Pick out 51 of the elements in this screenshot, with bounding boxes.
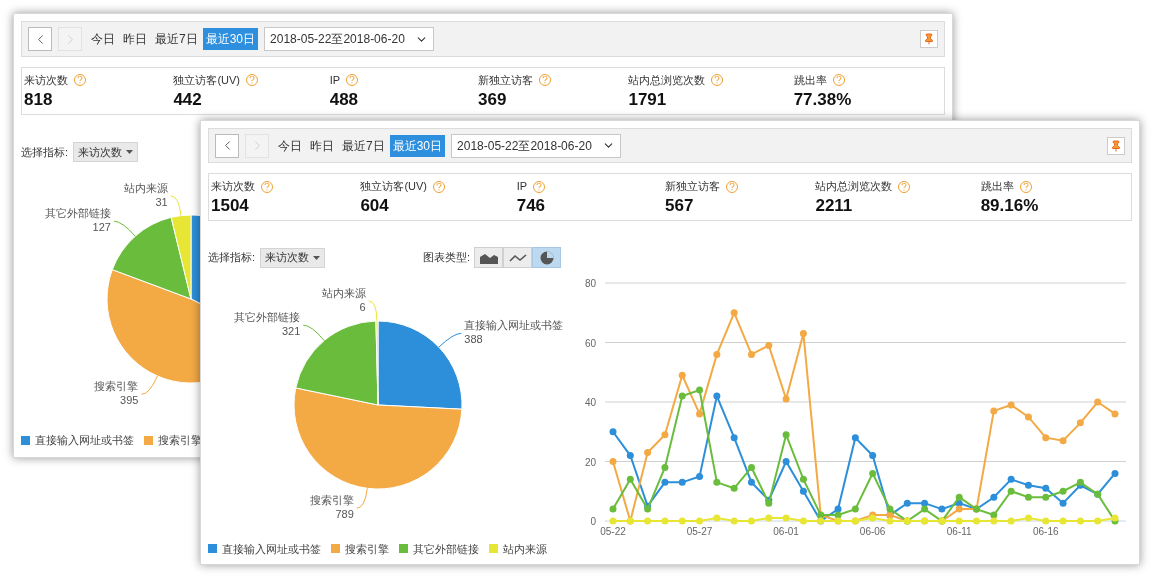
metric-value: 567: [665, 195, 695, 217]
metric-picker-label: 选择指标:: [21, 144, 69, 160]
metric-label: 新独立访客: [478, 73, 534, 88]
metric-label: 独立访客(UV): [173, 73, 240, 88]
legend-label: 其它外部链接: [413, 541, 479, 557]
metric-label: IP: [329, 73, 341, 88]
legend-label: 直接输入网址或书签: [35, 433, 134, 448]
pie-label: 搜索引擎 789: [309, 493, 354, 520]
metric-value: 2211: [815, 195, 854, 217]
axis-label: 60: [584, 337, 596, 348]
legend-label: 搜索引擎: [158, 433, 202, 448]
axis-label: 05-22: [600, 525, 626, 537]
metric-value: 369: [478, 88, 508, 111]
metric-value: 818: [24, 88, 54, 111]
metric-label: 站内总浏览次数: [628, 73, 706, 88]
pie-label: 搜索引擎 395: [94, 380, 139, 407]
metric-label: 新独立访客: [665, 179, 721, 195]
metric-label: 独立访客(UV): [360, 179, 427, 195]
metric-value: 77.38%: [793, 88, 853, 111]
metric-label: 来访次数: [211, 179, 255, 195]
metric-value: 604: [360, 195, 390, 217]
legend-label: 直接输入网址或书签: [222, 541, 321, 557]
legend-label: 搜索引擎: [345, 541, 389, 557]
axis-label: 06-01: [773, 525, 799, 537]
metric-label: 来访次数: [24, 73, 68, 88]
pie-label: 站内来源 6: [321, 286, 366, 313]
axis-label: 0: [590, 515, 596, 527]
pie-label: 直接输入网址或书签 388: [464, 318, 564, 345]
legend-label: 站内来源: [503, 541, 547, 557]
axis-label: 06-11: [946, 525, 972, 537]
metric-value: 746: [516, 195, 547, 217]
pie-label: 其它外部链接 127: [44, 207, 111, 234]
axis-label: 40: [584, 396, 596, 408]
metric-picker-label: 选择指标:: [208, 250, 256, 266]
axis-label: 80: [584, 277, 596, 289]
metric-value: 1504: [211, 195, 250, 217]
metric-label: IP: [516, 179, 528, 195]
pie-label: 站内来源 31: [123, 181, 168, 208]
axis-label: 06-06: [859, 525, 886, 537]
metric-label: 站内总浏览次数: [815, 179, 893, 195]
axis-label: 20: [584, 456, 596, 467]
metric-value: 442: [173, 88, 203, 111]
pie-label: 其它外部链接 321: [234, 310, 301, 337]
metric-value: 488: [329, 88, 360, 111]
axis-label: 05-27: [686, 525, 713, 537]
chart-type-label: 图表类型:: [423, 250, 471, 266]
metric-value: 89.16%: [980, 195, 1040, 217]
metric-label: 跳出率: [793, 73, 827, 88]
axis-label: 06-16: [1032, 525, 1059, 537]
metric-value: 1791: [628, 88, 668, 111]
metric-label: 跳出率: [980, 179, 1014, 195]
